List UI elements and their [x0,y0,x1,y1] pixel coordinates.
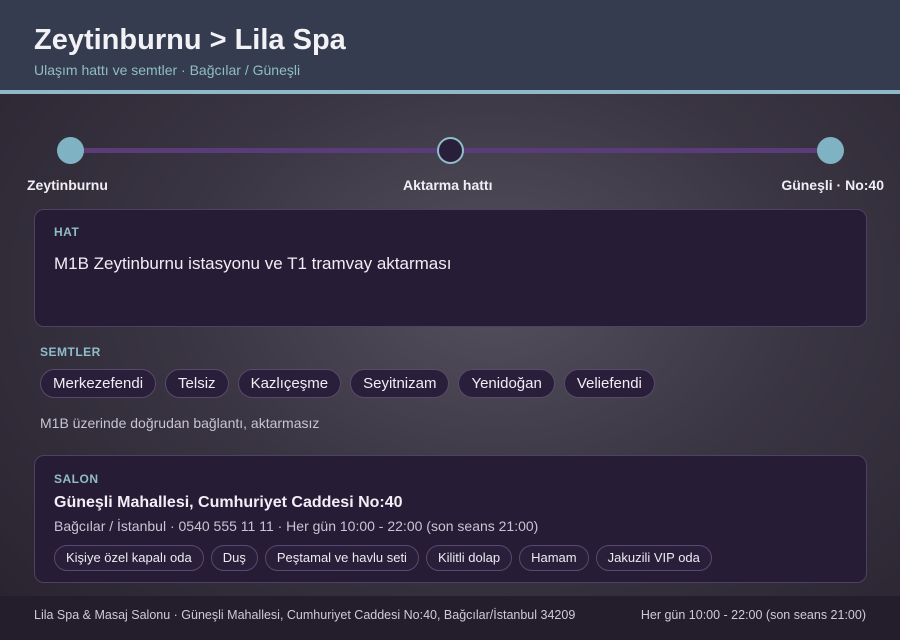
route-label-end: Güneşli · No:40 [781,177,884,193]
salon-card-title: SALON [54,472,99,486]
feature-tag: Kişiye özel kapalı oda [54,545,204,571]
footer-hours: Her gün 10:00 - 22:00 (son seans 21:00) [640,608,866,622]
route-timeline: Zeytinburnu Aktarma hattı Güneşli · No:4… [0,130,900,200]
feature-tag: Jakuzili VIP oda [595,545,712,571]
hat-card-title: HAT [54,225,80,239]
hat-card-text: M1B Zeytinburnu istasyonu ve T1 tramvay … [54,254,452,273]
page-subtitle: Ulaşım hattı ve semtler · Bağcılar / Gün… [34,62,301,78]
semtler-title: SEMTLER [40,345,101,359]
route-stop-start [57,137,84,164]
feature-tag: Kilitli dolap [425,545,513,571]
hat-card: HAT M1B Zeytinburnu istasyonu ve T1 tram… [34,209,867,327]
semt-chip[interactable]: Telsiz [165,369,229,398]
footer-address: Lila Spa & Masaj Salonu · Güneşli Mahall… [34,608,576,622]
semtler-note: M1B üzerinde doğrudan bağlantı, aktarmas… [40,415,320,431]
semt-chip[interactable]: Kazlıçeşme [237,369,342,398]
semt-chip[interactable]: Seyitnizam [350,369,450,398]
salon-feature-list: Kişiye özel kapalı oda Duş Peştamal ve h… [54,545,712,571]
feature-tag: Duş [210,545,258,571]
page-header: Zeytinburnu > Lila Spa Ulaşım hattı ve s… [0,0,900,94]
semt-chip[interactable]: Merkezefendi [40,369,157,398]
feature-tag: Hamam [519,545,589,571]
feature-tag: Peştamal ve havlu seti [264,545,419,571]
page-footer: Lila Spa & Masaj Salonu · Güneşli Mahall… [0,596,900,640]
route-stop-end [817,137,844,164]
semtler-chip-list: Merkezefendi Telsiz Kazlıçeşme Seyitniza… [40,369,655,398]
page-title: Zeytinburnu > Lila Spa [34,24,346,56]
route-label-start: Zeytinburnu [27,177,108,193]
semt-chip[interactable]: Veliefendi [563,369,655,398]
salon-address: Güneşli Mahallesi, Cumhuriyet Caddesi No… [54,494,403,511]
salon-meta: Bağcılar / İstanbul · 0540 555 11 11 · H… [54,518,539,534]
semt-chip[interactable]: Yenidoğan [458,369,555,398]
route-stop-transfer [437,137,464,164]
route-label-transfer: Aktarma hattı [403,177,493,193]
salon-card: SALON Güneşli Mahallesi, Cumhuriyet Cadd… [34,455,867,583]
